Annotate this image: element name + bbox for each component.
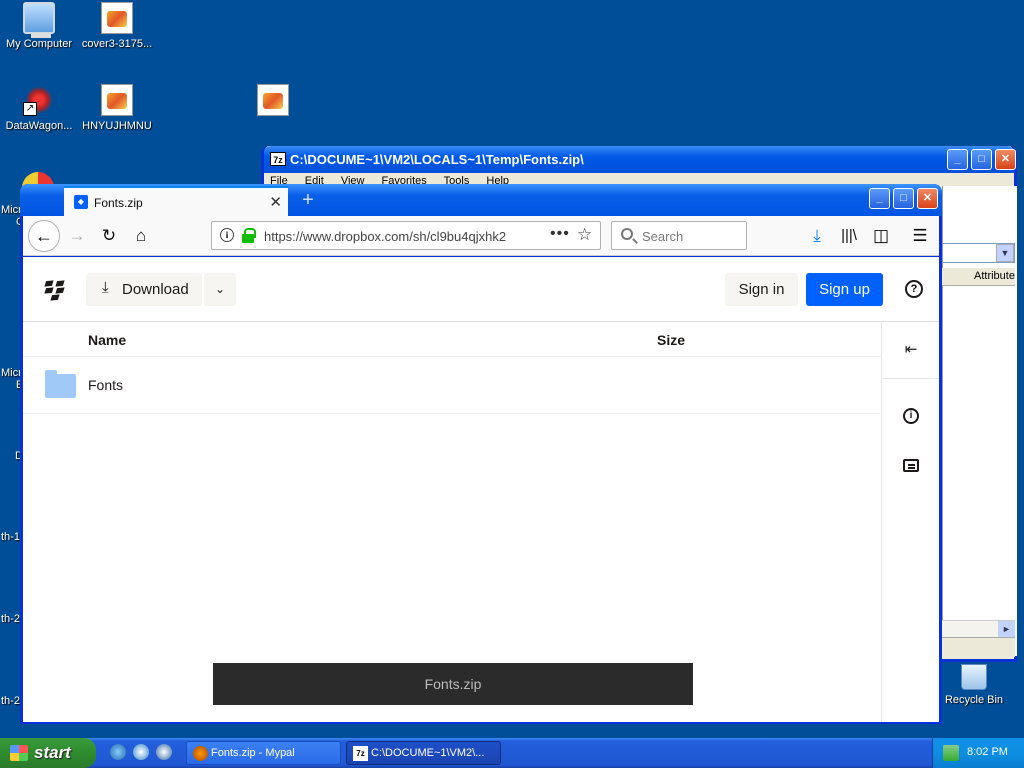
close-tab-icon[interactable]: ✕ [269, 193, 282, 211]
search-bar[interactable]: Search [611, 221, 747, 250]
taskbar-button-mypal[interactable]: Fonts.zip - Mypal [186, 741, 341, 765]
image-file-icon [257, 84, 289, 116]
file-name: Fonts [88, 377, 124, 393]
desktop-icon-unnamed-file[interactable] [234, 84, 312, 120]
library-icon[interactable]: |||\ [837, 224, 861, 248]
back-button[interactable]: ← [28, 220, 60, 252]
minimize-button[interactable]: _ [869, 188, 890, 209]
start-button[interactable]: start [0, 738, 96, 768]
help-icon[interactable]: ? [905, 280, 923, 298]
sevenzip-path-combo[interactable]: ▼ [942, 243, 1015, 263]
taskbar-button-7zip[interactable]: 7z C:\DOCUME~1\VM2\... [346, 741, 501, 765]
dropbox-favicon-icon: ◆ [74, 195, 88, 209]
collapse-sidebar-icon[interactable]: ⇤ [901, 340, 921, 360]
downloads-icon[interactable]: ⤓ [805, 224, 829, 248]
forward-button[interactable]: → [65, 224, 89, 248]
horizontal-scrollbar[interactable]: ► [942, 620, 1015, 637]
list-item[interactable]: Fonts [23, 357, 882, 413]
image-file-icon [101, 84, 133, 116]
details-sidebar: ⇤ i [883, 322, 939, 722]
dropbox-logo-icon[interactable] [44, 279, 67, 301]
taskbar: start Fonts.zip - Mypal 7z C:\DOCUME~1\V… [0, 738, 1024, 768]
sevenzip-app-icon: 7z [270, 152, 286, 166]
sevenzip-titlebar[interactable]: 7z C:\DOCUME~1\VM2\LOCALS~1\Temp\Fonts.z… [264, 146, 1016, 173]
bookmark-star-icon[interactable]: ☆ [577, 225, 592, 245]
clock[interactable]: 8:02 PM [967, 746, 1008, 758]
shortcut-icon [23, 84, 55, 116]
maximize-button[interactable]: □ [893, 188, 914, 209]
desktop-icon-recycle-bin[interactable]: Recycle Bin [935, 664, 1013, 706]
browser-titlebar[interactable]: ◆ Fonts.zip ✕ + _ □ ✕ [20, 184, 942, 216]
browser-app-icon [193, 746, 208, 761]
page-actions-icon[interactable]: ••• [550, 225, 570, 243]
sevenzip-statusbar [942, 637, 1015, 657]
scroll-right-icon[interactable]: ► [998, 621, 1015, 637]
partial-desktop-label: Micr [1, 367, 22, 379]
partial-desktop-label: th-1 [1, 531, 20, 543]
column-header-name[interactable]: Name [88, 332, 126, 348]
tab-fonts-zip[interactable]: ◆ Fonts.zip ✕ [64, 186, 288, 216]
folder-icon [45, 370, 76, 398]
image-file-icon [101, 2, 133, 34]
info-icon[interactable]: i [903, 408, 919, 424]
outlook-quicklaunch-icon[interactable] [133, 744, 149, 760]
ie-quicklaunch-icon[interactable] [110, 744, 126, 760]
desktop-icon-hnyujhmnu[interactable]: HNYUJHMNU [78, 84, 156, 132]
divider [883, 378, 939, 379]
network-tray-icon[interactable] [943, 745, 959, 761]
partial-desktop-label: Micr [1, 204, 22, 216]
chevron-down-icon[interactable]: ▼ [996, 244, 1014, 262]
sevenzip-title: C:\DOCUME~1\VM2\LOCALS~1\Temp\Fonts.zip\ [290, 152, 584, 167]
download-icon: ⤓ [102, 279, 109, 296]
new-tab-button[interactable]: + [296, 186, 320, 214]
minimize-button[interactable]: _ [947, 149, 968, 170]
browser-toolbar: ← → ↻ ⌂ i https://www.dropbox.com/sh/cl9… [23, 216, 939, 256]
column-header-size[interactable]: Size [657, 332, 685, 348]
recycle-bin-icon [961, 664, 987, 690]
close-button[interactable]: ✕ [995, 149, 1016, 170]
desktop-icon-datawagon[interactable]: DataWagon... [0, 84, 78, 132]
file-list: Name Size Fonts [23, 322, 882, 722]
close-button[interactable]: ✕ [917, 188, 938, 209]
download-options-button[interactable]: ⌄ [204, 273, 236, 306]
column-header-attributes[interactable]: Attribute [942, 268, 1015, 286]
lock-icon[interactable] [242, 228, 256, 243]
home-button[interactable]: ⌂ [129, 224, 153, 248]
url-bar[interactable]: i https://www.dropbox.com/sh/cl9bu4qjxhk… [211, 221, 601, 250]
partial-desktop-label: th-2 [1, 613, 20, 625]
sevenzip-app-icon: 7z [353, 746, 368, 761]
media-player-quicklaunch-icon[interactable] [156, 744, 172, 760]
partial-desktop-label: th-2 [1, 695, 20, 707]
chevron-down-icon: ⌄ [214, 282, 226, 296]
browser-window[interactable]: ◆ Fonts.zip ✕ + _ □ ✕ ← → ↻ ⌂ i https://… [20, 184, 942, 724]
search-icon [621, 228, 633, 240]
sign-in-button[interactable]: Sign in [725, 273, 798, 306]
divider [23, 413, 882, 414]
comment-icon[interactable] [903, 459, 919, 472]
tab-title: Fonts.zip [94, 196, 143, 210]
desktop-icon-my-computer[interactable]: My Computer [0, 2, 78, 50]
reload-button[interactable]: ↻ [97, 224, 121, 248]
windows-flag-icon [10, 745, 28, 761]
desktop-icon-cover3[interactable]: cover3-3175... [78, 2, 156, 50]
download-button[interactable]: ⤓ Download [86, 273, 202, 306]
my-computer-icon [23, 2, 55, 38]
hamburger-menu-icon[interactable]: ☰ [908, 224, 932, 248]
download-toast: Fonts.zip [213, 663, 693, 705]
dropbox-page: ⤓ Download ⌄ Sign in Sign up ? Name Size… [23, 257, 939, 722]
site-info-icon[interactable]: i [220, 228, 234, 242]
url-text[interactable]: https://www.dropbox.com/sh/cl9bu4qjxhk2 [264, 229, 514, 244]
system-tray: 8:02 PM [932, 738, 1024, 768]
maximize-button[interactable]: □ [971, 149, 992, 170]
search-placeholder: Search [642, 229, 684, 244]
sign-up-button[interactable]: Sign up [806, 273, 883, 306]
sidebar-toggle-icon[interactable]: ◫ [869, 224, 893, 248]
